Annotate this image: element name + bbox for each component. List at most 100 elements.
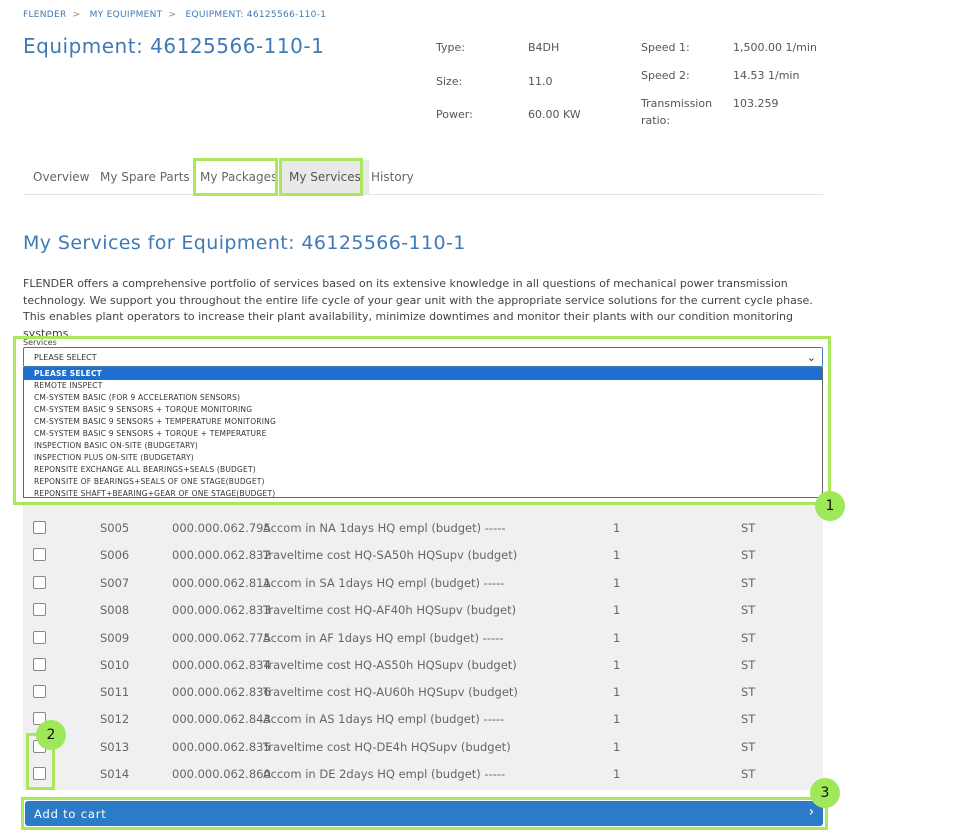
row-material-number: 000.000.062.834 — [172, 658, 271, 672]
page-title: Equipment: 46125566-110-1 — [23, 34, 325, 58]
tab-my-packages[interactable]: My Packages — [192, 160, 285, 195]
row-checkbox[interactable] — [33, 548, 46, 561]
table-row: S014 000.000.062.860 Accom in DE 2days HQ … — [23, 761, 823, 788]
services-option[interactable]: REPONSITE EXCHANGE ALL BEARINGS+SEALS (B… — [24, 464, 822, 476]
row-description: Traveltime cost HQ-SA50h HQSupv (budget) — [263, 548, 518, 562]
table-row: S009 000.000.062.775 Accom in AF 1days HQ … — [23, 625, 823, 652]
row-checkbox[interactable] — [33, 603, 46, 616]
breadcrumb-separator: > — [72, 10, 81, 20]
breadcrumb-my-equipment[interactable]: MY EQUIPMENT — [90, 10, 163, 20]
row-checkbox[interactable] — [33, 767, 46, 780]
row-description: Traveltime cost HQ-AU60h HQSupv (budget) — [263, 685, 518, 699]
row-quantity: 1 — [613, 576, 621, 590]
row-description: Accom in AS 1days HQ empl (budget) ----- — [263, 712, 505, 726]
row-code: S014 — [100, 767, 130, 781]
row-quantity: 1 — [613, 685, 621, 699]
chevron-right-icon: › — [808, 804, 815, 820]
spec-type-label: Type: — [436, 41, 465, 54]
row-quantity: 1 — [613, 740, 621, 754]
spec-speed2-value: 14.53 1/min — [733, 69, 800, 82]
row-material-number: 000.000.062.860 — [172, 767, 271, 781]
spec-ratio-label-2: ratio: — [641, 114, 671, 127]
row-material-number: 000.000.062.835 — [172, 740, 271, 754]
services-dropdown-list: PLEASE SELECT REMOTE INSPECT CM-SYSTEM B… — [23, 367, 823, 498]
tab-history[interactable]: History — [363, 160, 422, 195]
row-quantity: 1 — [613, 658, 621, 672]
row-description: Traveltime cost HQ-AS50h HQSupv (budget) — [263, 658, 517, 672]
row-checkbox[interactable] — [33, 658, 46, 671]
add-to-cart-label: Add to cart — [34, 807, 107, 821]
row-code: S006 — [100, 548, 130, 562]
spec-speed1-value: 1,500.00 1/min — [733, 41, 817, 54]
breadcrumb-flender[interactable]: FLENDER — [23, 10, 67, 20]
tab-bar: Overview My Spare Parts My Packages My S… — [23, 160, 823, 195]
annotation-marker-3: 3 — [810, 778, 840, 808]
services-option[interactable]: REMOTE INSPECT — [24, 380, 822, 392]
row-unit: ST — [741, 740, 756, 754]
spec-power-value: 60.00 KW — [528, 108, 581, 121]
chevron-down-icon[interactable]: ⌄ — [807, 351, 816, 364]
row-checkbox[interactable] — [33, 631, 46, 644]
spec-power-label: Power: — [436, 108, 473, 121]
row-material-number: 000.000.062.811 — [172, 576, 271, 590]
row-unit: ST — [741, 712, 756, 726]
row-code: S011 — [100, 685, 130, 699]
services-option[interactable]: CM-SYSTEM BASIC 9 SENSORS + TEMPERATURE … — [24, 416, 822, 428]
intro-text: FLENDER offers a comprehensive portfolio… — [23, 277, 813, 340]
row-checkbox[interactable] — [33, 521, 46, 534]
row-code: S013 — [100, 740, 130, 754]
spec-ratio-label: Transmission — [641, 97, 713, 110]
services-option[interactable]: CM-SYSTEM BASIC (FOR 9 ACCELERATION SENS… — [24, 392, 822, 404]
row-unit: ST — [741, 576, 756, 590]
tab-overview[interactable]: Overview — [25, 160, 98, 195]
row-material-number: 000.000.062.775 — [172, 631, 271, 645]
tab-my-spare-parts[interactable]: My Spare Parts — [92, 160, 198, 195]
tab-my-services[interactable]: My Services — [281, 160, 369, 195]
spec-speed1-label: Speed 1: — [641, 41, 690, 54]
table-row: S008 000.000.062.833 Traveltime cost HQ-AF… — [23, 597, 823, 624]
row-description: Accom in DE 2days HQ empl (budget) ----- — [263, 767, 506, 781]
row-description: Traveltime cost HQ-DE4h HQSupv (budget) — [263, 740, 511, 754]
spec-speed2-label: Speed 2: — [641, 69, 690, 82]
services-table: S005 000.000.062.795 Accom in NA 1days HQ … — [23, 505, 823, 790]
row-material-number: 000.000.062.843 — [172, 712, 271, 726]
row-unit: ST — [741, 658, 756, 672]
add-to-cart-button[interactable]: Add to cart › — [25, 801, 823, 826]
row-code: S005 — [100, 521, 130, 535]
table-row: S007 000.000.062.811 Accom in SA 1days HQ … — [23, 570, 823, 597]
table-row: S006 000.000.062.832 Traveltime cost HQ-SA… — [23, 542, 823, 569]
services-label: Services — [23, 338, 57, 347]
services-selected-value: PLEASE SELECT — [34, 353, 97, 362]
row-quantity: 1 — [613, 521, 621, 535]
row-code: S012 — [100, 712, 130, 726]
services-option[interactable]: REPONSITE OF BEARINGS+SEALS OF ONE STAGE… — [24, 476, 822, 488]
row-description: Accom in AF 1days HQ empl (budget) ----- — [263, 631, 504, 645]
services-option[interactable]: CM-SYSTEM BASIC 9 SENSORS + TORQUE MONIT… — [24, 404, 822, 416]
row-code: S007 — [100, 576, 130, 590]
row-description: Accom in NA 1days HQ empl (budget) ----- — [263, 521, 506, 535]
annotation-marker-2: 2 — [36, 720, 66, 750]
services-option[interactable]: INSPECTION PLUS ON-SITE (BUDGETARY) — [24, 452, 822, 464]
services-option[interactable]: CM-SYSTEM BASIC 9 SENSORS + TORQUE + TEM… — [24, 428, 822, 440]
row-quantity: 1 — [613, 603, 621, 617]
table-row: S005 000.000.062.795 Accom in NA 1days HQ … — [23, 515, 823, 542]
row-unit: ST — [741, 521, 756, 535]
breadcrumb: FLENDER > MY EQUIPMENT > EQUIPMENT: 461255… — [23, 10, 332, 20]
row-unit: ST — [741, 548, 756, 562]
row-unit: ST — [741, 767, 756, 781]
row-checkbox[interactable] — [33, 685, 46, 698]
row-code: S010 — [100, 658, 130, 672]
row-unit: ST — [741, 685, 756, 699]
spec-type-value: B4DH — [528, 41, 560, 54]
services-option[interactable]: REPONSITE SHAFT+BEARING+GEAR OF ONE STAG… — [24, 488, 822, 500]
section-title: My Services for Equipment: 46125566-110-… — [23, 232, 466, 254]
services-option[interactable]: PLEASE SELECT — [24, 368, 822, 380]
services-option[interactable]: INSPECTION BASIC ON-SITE (BUDGETARY) — [24, 440, 822, 452]
annotation-marker-1: 1 — [815, 491, 845, 521]
services-select[interactable]: PLEASE SELECT ⌄ — [23, 347, 823, 367]
spec-ratio-value: 103.259 — [733, 97, 779, 110]
breadcrumb-equipment[interactable]: EQUIPMENT: 46125566-110-1 — [185, 10, 326, 20]
row-checkbox[interactable] — [33, 576, 46, 589]
row-description: Traveltime cost HQ-AF40h HQSupv (budget) — [263, 603, 517, 617]
row-material-number: 000.000.062.836 — [172, 685, 271, 699]
